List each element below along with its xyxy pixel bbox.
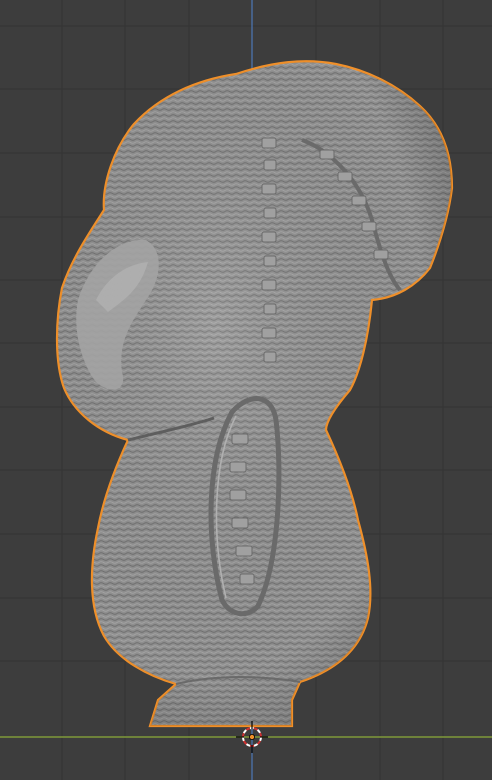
viewport-canvas[interactable] xyxy=(0,0,492,780)
object-origin-icon xyxy=(248,734,255,741)
selected-mesh-object[interactable] xyxy=(55,60,454,728)
mesh-shading xyxy=(57,61,452,727)
3d-viewport[interactable] xyxy=(0,0,492,780)
